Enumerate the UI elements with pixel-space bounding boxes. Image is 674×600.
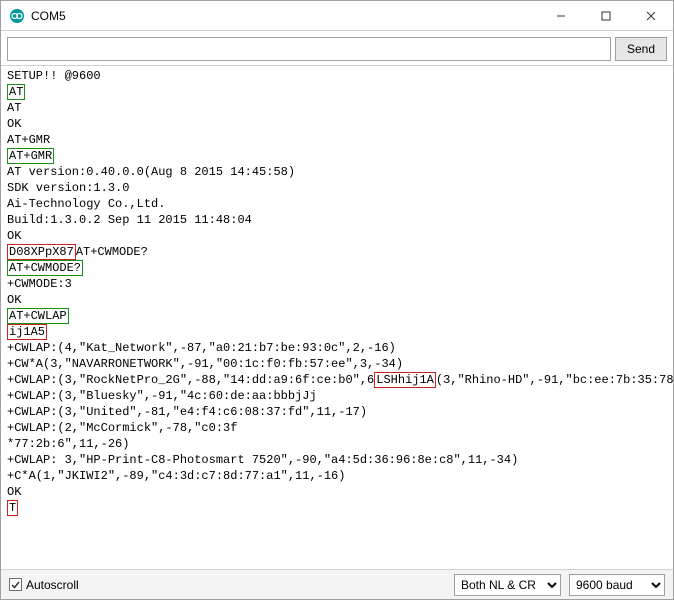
output-segment: D08XPpX87 xyxy=(7,244,76,260)
output-line: +CWLAP:(3,"United",-81,"e4:f4:c6:08:37:f… xyxy=(7,404,667,420)
output-line: AT+GMR xyxy=(7,148,667,164)
output-line: SDK version:1.3.0 xyxy=(7,180,667,196)
output-segment: OK xyxy=(7,117,21,131)
send-button[interactable]: Send xyxy=(615,37,667,61)
output-line: OK xyxy=(7,292,667,308)
autoscroll-checkbox[interactable]: Autoscroll xyxy=(9,578,79,592)
output-line: ij1A5 xyxy=(7,324,667,340)
output-segment: +CWLAP:(3,"United",-81,"e4:f4:c6:08:37:f… xyxy=(7,405,367,419)
output-segment: *77:2b:6",11,-26) xyxy=(7,437,129,451)
output-line: AT+CWMODE? xyxy=(7,260,667,276)
output-segment: AT+GMR xyxy=(7,148,54,164)
window-title: COM5 xyxy=(31,9,538,23)
output-segment: +C*A(1,"JKIWI2",-89,"c4:3d:c7:8d:77:a1",… xyxy=(7,469,345,483)
output-segment: +CWLAP: 3,"HP-Print-C8-Photosmart 7520",… xyxy=(7,453,518,467)
output-line: +CWMODE:3 xyxy=(7,276,667,292)
maximize-button[interactable] xyxy=(583,1,628,30)
output-segment: +CWLAP:(2,"McCormick",-78,"c0:3f xyxy=(7,421,237,435)
sendbar: Send xyxy=(1,31,673,65)
output-segment: AT xyxy=(7,84,25,100)
output-line: *77:2b:6",11,-26) xyxy=(7,436,667,452)
output-segment: T xyxy=(7,500,18,516)
output-line: OK xyxy=(7,116,667,132)
output-segment: OK xyxy=(7,293,21,307)
output-segment: ij1A5 xyxy=(7,324,47,340)
checkbox-box xyxy=(9,578,22,591)
line-ending-select[interactable]: No line endingNewlineCarriage returnBoth… xyxy=(454,574,561,596)
output-line: AT xyxy=(7,100,667,116)
output-segment: AT+CWMODE? xyxy=(7,260,83,276)
output-line: OK xyxy=(7,484,667,500)
autoscroll-label: Autoscroll xyxy=(26,578,79,592)
output-line: Ai-Technology Co.,Ltd. xyxy=(7,196,667,212)
serial-monitor-window: COM5 Send SETUP!! @9600ATAT OKAT+GMRAT+G… xyxy=(0,0,674,600)
output-line: +CW*A(3,"NAVARRONETWORK",-91,"00:1c:f0:f… xyxy=(7,356,667,372)
close-button[interactable] xyxy=(628,1,673,30)
output-line: +CWLAP:(3,"Bluesky",-91,"4c:60:de:aa:bbb… xyxy=(7,388,667,404)
output-line: +C*A(1,"JKIWI2",-89,"c4:3d:c7:8d:77:a1",… xyxy=(7,468,667,484)
window-buttons xyxy=(538,1,673,30)
output-line: AT+GMR xyxy=(7,132,667,148)
arduino-icon xyxy=(9,8,25,24)
output-line: SETUP!! @9600 xyxy=(7,68,667,84)
output-line: OK xyxy=(7,228,667,244)
output-line: T xyxy=(7,500,667,516)
titlebar: COM5 xyxy=(1,1,673,31)
output-line: +CWLAP:(2,"McCormick",-78,"c0:3f xyxy=(7,420,667,436)
output-segment: Ai-Technology Co.,Ltd. xyxy=(7,197,165,211)
output-segment: AT+GMR xyxy=(7,133,50,147)
output-segment: AT+CWMODE? xyxy=(76,245,148,259)
output-segment: +CW*A(3,"NAVARRONETWORK",-91,"00:1c:f0:f… xyxy=(7,357,403,371)
output-segment: SETUP!! @9600 xyxy=(7,69,101,83)
output-segment: AT+CWLAP xyxy=(7,308,69,324)
output-segment: +CWMODE:3 xyxy=(7,277,72,291)
output-line: AT xyxy=(7,84,667,100)
output-line: +CWLAP:(3,"RockNetPro_2G",-88,"14:dd:a9:… xyxy=(7,372,667,388)
serial-output[interactable]: SETUP!! @9600ATAT OKAT+GMRAT+GMRAT versi… xyxy=(1,65,673,569)
output-line: AT+CWLAP xyxy=(7,308,667,324)
check-icon xyxy=(10,579,21,590)
output-segment: OK xyxy=(7,485,21,499)
output-segment: +CWLAP:(3,"RockNetPro_2G",-88,"14:dd:a9:… xyxy=(7,373,374,387)
output-segment: AT version:0.40.0.0(Aug 8 2015 14:45:58) xyxy=(7,165,295,179)
bottombar: Autoscroll No line endingNewlineCarriage… xyxy=(1,569,673,599)
output-segment: AT xyxy=(7,101,21,115)
output-line: +CWLAP:(4,"Kat_Network",-87,"a0:21:b7:be… xyxy=(7,340,667,356)
output-segment: LSHhij1A xyxy=(374,372,436,388)
minimize-button[interactable] xyxy=(538,1,583,30)
serial-input[interactable] xyxy=(7,37,611,61)
output-segment: SDK version:1.3.0 xyxy=(7,181,129,195)
baud-select[interactable]: 300 baud1200 baud2400 baud4800 baud9600 … xyxy=(569,574,665,596)
output-line: AT version:0.40.0.0(Aug 8 2015 14:45:58) xyxy=(7,164,667,180)
output-segment: OK xyxy=(7,229,21,243)
output-line: Build:1.3.0.2 Sep 11 2015 11:48:04 xyxy=(7,212,667,228)
output-segment: +CWLAP:(3,"Bluesky",-91,"4c:60:de:aa:bbb… xyxy=(7,389,317,403)
output-segment: (3,"Rhino-HD",-91,"bc:ee:7b:35:78:60",6,… xyxy=(436,373,673,387)
output-segment: +CWLAP:(4,"Kat_Network",-87,"a0:21:b7:be… xyxy=(7,341,396,355)
output-line: D08XPpX87AT+CWMODE? xyxy=(7,244,667,260)
output-line: +CWLAP: 3,"HP-Print-C8-Photosmart 7520",… xyxy=(7,452,667,468)
output-segment: Build:1.3.0.2 Sep 11 2015 11:48:04 xyxy=(7,213,252,227)
